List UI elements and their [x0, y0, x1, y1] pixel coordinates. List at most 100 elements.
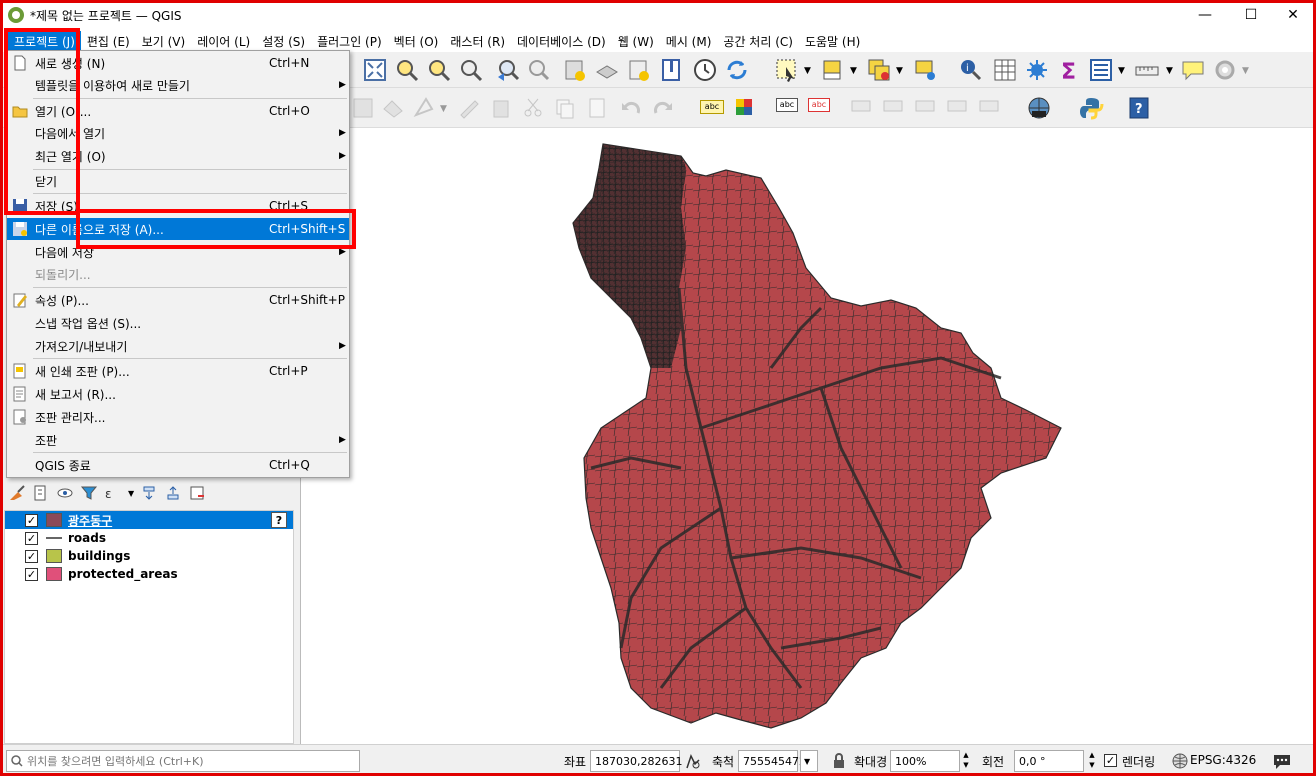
- toggle-extents-icon[interactable]: [684, 753, 702, 771]
- layer-visibility-checkbox[interactable]: ✓: [25, 549, 38, 563]
- menu-item-layouts[interactable]: 조판 ▶: [7, 429, 349, 451]
- temporal-controller-icon[interactable]: [626, 57, 652, 83]
- layer-row-gwangju-donggu[interactable]: ✓ 광주동구 ?: [5, 511, 293, 529]
- map-tips-icon[interactable]: [658, 57, 684, 83]
- copy-features-icon[interactable]: [552, 95, 578, 121]
- globe-plugin-icon[interactable]: [1026, 95, 1052, 121]
- menu-processing[interactable]: 공간 처리 (C): [717, 31, 799, 52]
- select-dropdown-arrow-icon[interactable]: ▼: [804, 66, 811, 76]
- scale-dropdown-arrow-icon[interactable]: ▼: [800, 750, 818, 772]
- menu-web[interactable]: 웹 (W): [612, 31, 660, 52]
- label-toolbar-icon[interactable]: abc: [700, 100, 724, 114]
- menu-settings[interactable]: 설정 (S): [256, 31, 311, 52]
- python-console-icon[interactable]: [1078, 95, 1104, 121]
- menu-mesh[interactable]: 메시 (M): [660, 31, 718, 52]
- zoom-selection-icon[interactable]: [394, 57, 420, 83]
- locator-input[interactable]: [27, 754, 347, 768]
- manage-visibility-icon[interactable]: [56, 484, 74, 502]
- layer-visibility-checkbox[interactable]: ✓: [25, 513, 38, 527]
- move-label-icon[interactable]: abc: [808, 98, 830, 112]
- rotate-label-icon[interactable]: [848, 95, 874, 121]
- rotate-label-tool-icon[interactable]: [944, 95, 970, 121]
- magnifier-spinner[interactable]: ▲ ▼: [960, 750, 972, 772]
- menu-item-open[interactable]: 열기 (O)... Ctrl+O: [7, 100, 349, 122]
- deselect-features-icon[interactable]: [866, 57, 892, 83]
- redo-icon[interactable]: [650, 95, 676, 121]
- vertex-dropdown-arrow-icon[interactable]: ▼: [440, 104, 447, 114]
- layer-row-buildings[interactable]: ✓ buildings: [5, 547, 293, 565]
- zoom-last-icon[interactable]: [494, 57, 520, 83]
- show-hide-labels-icon[interactable]: [880, 95, 906, 121]
- scale-field[interactable]: 755545472: [738, 750, 806, 772]
- style-manager-icon[interactable]: [8, 484, 26, 502]
- menu-item-new-from-template[interactable]: 템플릿을 이용하여 새로 만들기 ▶: [7, 74, 349, 96]
- menu-item-import-export[interactable]: 가져오기/내보내기 ▶: [7, 335, 349, 357]
- magnifier-field[interactable]: 100%: [890, 750, 960, 772]
- menu-item-save-as[interactable]: 다른 이름으로 저장 (A)... Ctrl+Shift+S: [7, 218, 349, 240]
- attribute-table-icon[interactable]: [992, 57, 1018, 83]
- zoom-full-icon[interactable]: [362, 57, 388, 83]
- layer-visibility-checkbox[interactable]: ✓: [25, 567, 38, 581]
- layer-row-protected-areas[interactable]: ✓ protected_areas: [5, 565, 293, 583]
- filter-expression-icon[interactable]: ε: [104, 484, 122, 502]
- menu-item-recent[interactable]: 최근 열기 (O) ▶: [7, 145, 349, 167]
- expand-all-icon[interactable]: [140, 484, 158, 502]
- delete-selected-icon[interactable]: [488, 95, 514, 121]
- collapse-all-icon[interactable]: [164, 484, 182, 502]
- menu-item-new-print-layout[interactable]: 새 인쇄 조판 (P)... Ctrl+P: [7, 360, 349, 382]
- close-button[interactable]: ✕: [1270, 0, 1316, 30]
- zoom-native-icon[interactable]: [458, 57, 484, 83]
- cut-features-icon[interactable]: [520, 95, 546, 121]
- statistics-sum-icon[interactable]: Σ: [1056, 57, 1082, 83]
- menu-plugins[interactable]: 플러그인 (P): [311, 31, 388, 52]
- messages-icon[interactable]: [1272, 752, 1292, 770]
- add-group-icon[interactable]: [32, 484, 50, 502]
- measure-dropdown-arrow-icon[interactable]: ▼: [1166, 66, 1173, 76]
- menu-item-revert[interactable]: 되돌리기...: [7, 263, 349, 285]
- menu-item-new[interactable]: 새로 생성 (N) Ctrl+N: [7, 52, 349, 74]
- menu-raster[interactable]: 래스터 (R): [444, 31, 511, 52]
- refresh-icon[interactable]: [724, 57, 750, 83]
- layer-row-roads[interactable]: ✓ roads: [5, 529, 293, 547]
- zoom-layer-icon[interactable]: [426, 57, 452, 83]
- vertex-tool-icon[interactable]: [412, 95, 438, 121]
- measure-line-icon[interactable]: [1134, 57, 1160, 83]
- diagram-options-icon[interactable]: [732, 95, 758, 121]
- locator-bar[interactable]: [6, 750, 360, 772]
- select-by-value-icon[interactable]: [820, 57, 846, 83]
- menu-database[interactable]: 데이터베이스 (D): [511, 31, 612, 52]
- change-label-icon[interactable]: [976, 95, 1002, 121]
- plugin-settings-icon[interactable]: [1212, 57, 1238, 83]
- select-value-dropdown-arrow-icon[interactable]: ▼: [850, 66, 857, 76]
- undo-icon[interactable]: [618, 95, 644, 121]
- menu-vector[interactable]: 벡터 (O): [388, 31, 445, 52]
- highlight-pin-label-icon[interactable]: abc: [776, 98, 798, 112]
- menu-view[interactable]: 보기 (V): [136, 31, 191, 52]
- paste-features-icon[interactable]: [584, 95, 610, 121]
- identify-features-icon[interactable]: i: [958, 57, 984, 83]
- coordinate-field[interactable]: 187030,282631: [590, 750, 682, 772]
- menu-item-save-to[interactable]: 다음에 저장 ▶: [7, 241, 349, 263]
- menu-item-open-from[interactable]: 다음에서 열기 ▶: [7, 122, 349, 144]
- menu-layer[interactable]: 레이어 (L): [191, 31, 256, 52]
- menu-item-save[interactable]: 저장 (S) Ctrl+S: [7, 195, 349, 217]
- layer-info-icon[interactable]: ?: [271, 512, 287, 528]
- map-canvas[interactable]: [300, 128, 1314, 744]
- remove-layer-icon[interactable]: [188, 484, 206, 502]
- menu-item-layout-manager[interactable]: 조판 관리자...: [7, 406, 349, 428]
- menu-item-close[interactable]: 닫기: [7, 170, 349, 192]
- menu-item-properties[interactable]: 속성 (P)... Ctrl+Shift+P: [7, 289, 349, 311]
- processing-toolbox-icon[interactable]: [1024, 57, 1050, 83]
- filter-legend-icon[interactable]: [80, 484, 98, 502]
- minimize-button[interactable]: —: [1182, 0, 1228, 30]
- maximize-button[interactable]: ☐: [1228, 0, 1274, 30]
- digitize-save-icon[interactable]: [350, 95, 376, 121]
- menu-project[interactable]: 프로젝트 (J): [8, 30, 81, 52]
- edit-attributes-icon[interactable]: [456, 95, 482, 121]
- menu-help[interactable]: 도움말 (H): [799, 31, 866, 52]
- map-tips-bubble-icon[interactable]: [1180, 57, 1206, 83]
- menu-edit[interactable]: 편집 (E): [81, 31, 136, 52]
- menu-item-snapping-options[interactable]: 스냅 작업 옵션 (S)...: [7, 312, 349, 334]
- lock-scale-icon[interactable]: [832, 753, 846, 769]
- select-location-icon[interactable]: [912, 57, 938, 83]
